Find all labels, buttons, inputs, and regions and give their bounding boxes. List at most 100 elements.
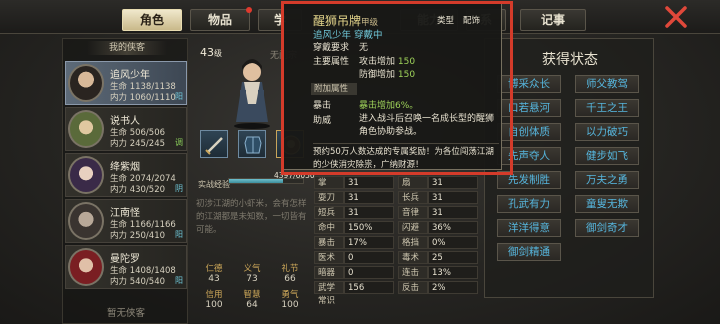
close-x-icon[interactable] [664, 5, 688, 29]
extra-attr-label: 附加属性 [311, 83, 357, 95]
item-type-label: 类型 [437, 16, 455, 26]
attr-item: 勇气 100 [281, 290, 299, 310]
stat-value: 0 [344, 251, 394, 264]
virtue-attributes: 仁德 43 义气 73 礼节 66 信用 100 智慧 64 勇气 100 [196, 258, 310, 322]
stat-value: 13% [428, 266, 478, 279]
stats-row: 暴击 17% 格挡 0% [314, 236, 478, 250]
stat-name: 暗器 [314, 266, 344, 279]
state-tag[interactable]: 博采众长 [497, 75, 561, 93]
attr-item: 智慧 64 [243, 290, 261, 310]
stat-value: 25 [428, 251, 478, 264]
stat-value: 0 [344, 266, 394, 279]
avatar [68, 64, 104, 102]
stat-name: 医术 [314, 251, 344, 264]
roster-title: 我的侠客 [87, 41, 167, 55]
state-tag[interactable]: 孔武有力 [497, 195, 561, 213]
stat-value: 31 [428, 206, 478, 219]
item-owner: 追风少年 穿戴中 [313, 30, 383, 41]
stat-name: 闪避 [398, 221, 428, 234]
stat-name: 耍刀 [314, 191, 344, 204]
avatar [68, 248, 104, 286]
states-title: 获得状态 [542, 52, 598, 68]
stats-row: 医术 0 毒术 25 [314, 251, 478, 265]
help-value: 进入战斗后召唤一名成长型的醒狮角色协助参战。 [359, 114, 495, 137]
companion-roster: 我的侠客 追风少年 生命 1138/1138 内力 1060/1110 阳 说书… [62, 38, 188, 324]
stat-value: 31 [344, 176, 394, 189]
state-tag[interactable]: 万夫之勇 [575, 171, 639, 189]
state-tag[interactable]: 口若悬河 [497, 99, 561, 117]
stats-row: 耍刀 31 长兵 31 [314, 191, 478, 205]
state-tag[interactable]: 御剑奇才 [575, 219, 639, 237]
state-tag[interactable]: 师父教驾 [575, 75, 639, 93]
tab-character[interactable]: 角色 [122, 9, 182, 31]
xp-label: 实战经验 [198, 180, 230, 189]
stat-name: 命中 [314, 221, 344, 234]
companion-card[interactable]: 江南怪 生命 1166/1166 内力 250/410 阳 [65, 199, 187, 243]
avatar [68, 202, 104, 240]
stat-value: 150% [344, 221, 394, 234]
state-tag[interactable]: 先发制胜 [497, 171, 561, 189]
stats-row: 掌 31 扇 31 [314, 176, 478, 190]
stats-row: 命中 150% 闪避 36% [314, 221, 478, 235]
stat-name: 短兵 [314, 206, 344, 219]
stat-value: 17% [344, 236, 394, 249]
attr-item: 仁德 43 [205, 264, 223, 284]
main-attr-label: 主要属性 [313, 57, 350, 67]
stats-row: 短兵 31 音律 31 [314, 206, 478, 220]
state-tag[interactable]: 自创体质 [497, 123, 561, 141]
state-tag[interactable]: 健步如飞 [575, 147, 639, 165]
attr-item: 义气 73 [243, 264, 261, 284]
armor-icon[interactable] [238, 130, 266, 158]
state-tag[interactable]: 御剑精通 [497, 243, 561, 261]
notification-dot [246, 7, 252, 13]
attr-item: 礼节 66 [281, 264, 299, 284]
character-level: 43级 [200, 46, 222, 59]
tab-items[interactable]: 物品 [190, 7, 252, 31]
stat-value: 156 [344, 281, 394, 294]
avatar [68, 156, 104, 194]
stat-name: 扇 [398, 176, 428, 189]
tab-journal[interactable]: 记事 [520, 9, 586, 31]
item-flavor-text: 预约50万人数达成的专属奖励！为各位闯荡江湖的少侠消灾除祟，广纳财源！ [313, 143, 499, 172]
sword-icon[interactable] [200, 130, 228, 158]
stats-row: 武学常识 156 反击 2% [314, 281, 478, 306]
main-attr-2: 防御增加 150 [359, 70, 416, 80]
stat-value: 31 [344, 191, 394, 204]
attr-item: 信用 100 [205, 290, 223, 310]
companion-card[interactable]: 说书人 生命 506/506 内力 245/245 调 [65, 107, 187, 151]
req-value: 无 [359, 43, 369, 53]
character-figure [222, 52, 282, 130]
state-tag[interactable]: 千王之王 [575, 99, 639, 117]
stat-name: 毒术 [398, 251, 428, 264]
acquired-states-panel: 获得状态 博采众长 师父教驾 口若悬河 千王之王 自创体质 以力破巧 先声夺人 健步如飞 先发制… [484, 38, 654, 298]
companion-card[interactable]: 曼陀罗 生命 1408/1408 内力 540/540 阳 [65, 245, 187, 289]
stat-name: 暴击 [314, 236, 344, 249]
companion-card[interactable]: 绛紫烟 生命 2074/2074 内力 430/520 阴 [65, 153, 187, 197]
stat-value: 2% [428, 281, 478, 294]
stat-name: 连击 [398, 266, 428, 279]
stat-name: 长兵 [398, 191, 428, 204]
state-tag[interactable]: 洋洋得意 [497, 219, 561, 237]
avatar [68, 110, 104, 148]
companion-card[interactable]: 追风少年 生命 1138/1138 内力 1060/1110 阳 [65, 61, 187, 105]
item-tooltip: 醒狮吊牌甲级 类型 配饰 追风少年 穿戴中 穿戴要求 无 主要属性 攻击增加 1… [282, 2, 502, 170]
stat-value: 31 [428, 176, 478, 189]
stat-value: 0% [428, 236, 478, 249]
item-type-value: 配饰 [463, 16, 481, 26]
stat-name: 反击 [398, 281, 428, 294]
stats-table: 掌 31 扇 31 耍刀 31 长兵 31 短兵 31 音律 31 命中 150% 闪避 36% 暴击 17% 格挡… [314, 176, 478, 324]
xp-value: 4397/6050 [274, 171, 315, 180]
state-tag[interactable]: 以力破巧 [575, 123, 639, 141]
stat-value: 36% [428, 221, 478, 234]
stats-row: 暗器 0 连击 13% [314, 266, 478, 280]
req-label: 穿戴要求 [313, 43, 350, 53]
character-bio: 初涉江湖的小虾米，会有怎样的江湖都是未知数，一切皆有可能。 [196, 199, 307, 235]
stat-value: 31 [428, 191, 478, 204]
state-tag[interactable]: 童叟无欺 [575, 195, 639, 213]
state-tag[interactable]: 先声夺人 [497, 147, 561, 165]
stat-name: 掌 [314, 176, 344, 189]
stat-name: 武学常识 [314, 281, 344, 306]
help-label: 助威 [313, 116, 332, 126]
stat-name: 音律 [398, 206, 428, 219]
empty-companion-slot: 暂无侠客 [106, 308, 145, 319]
